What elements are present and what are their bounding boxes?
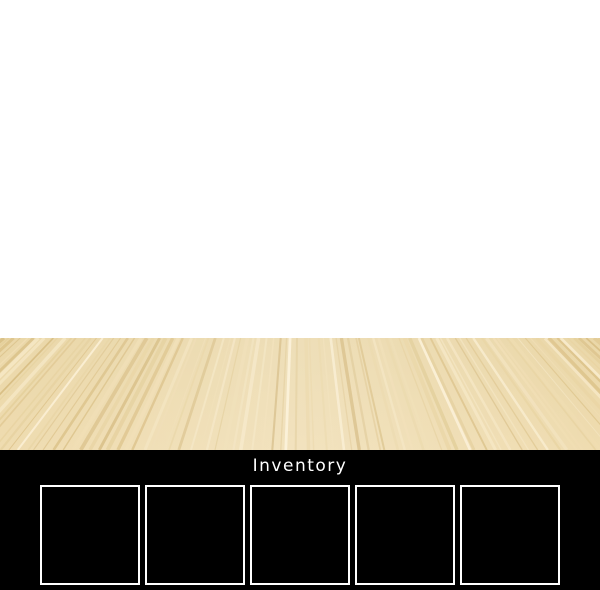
game-scene: Inventory <box>0 0 600 590</box>
inventory-title: Inventory <box>252 456 348 476</box>
inventory-slot-5[interactable] <box>460 485 560 585</box>
back-wall <box>0 0 600 338</box>
inventory-slot-2[interactable] <box>145 485 245 585</box>
wooden-floor <box>0 338 600 450</box>
inventory-slot-4[interactable] <box>355 485 455 585</box>
inventory-slot-1[interactable] <box>40 485 140 585</box>
floor-texture <box>0 338 600 450</box>
inventory-panel: Inventory <box>0 450 600 590</box>
inventory-slot-3[interactable] <box>250 485 350 585</box>
